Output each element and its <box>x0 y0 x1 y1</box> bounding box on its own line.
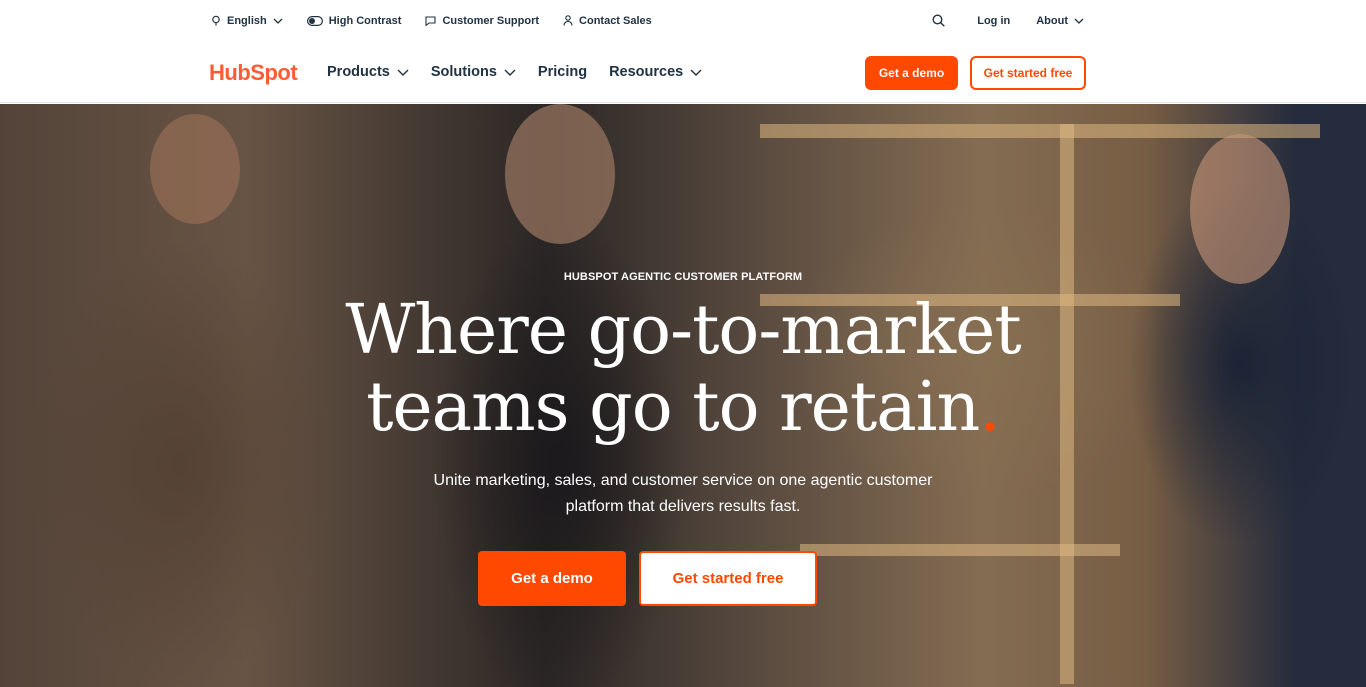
nav-item-label: Resources <box>609 64 684 80</box>
nav-item-label: Pricing <box>537 64 588 80</box>
hubspot-logo[interactable]: HubSpot <box>209 59 298 87</box>
about-menu[interactable]: About <box>1036 15 1084 27</box>
nav-item-pricing[interactable]: Pricing <box>538 64 587 80</box>
search-button[interactable] <box>932 14 951 27</box>
person-icon <box>563 15 573 26</box>
chevron-down-icon <box>273 18 283 24</box>
nav-links: Products Solutions Pricing Resources <box>327 41 724 103</box>
hero-content: HUBSPOT AGENTIC CUSTOMER PLATFORM Where … <box>0 104 1366 687</box>
about-label: About <box>1036 14 1068 27</box>
headline-line-2: teams go to retain <box>366 368 980 447</box>
hero-headline: Where go-to-market teams go to retain. <box>0 292 1366 446</box>
headline-line-1: Where go-to-market <box>345 291 1021 370</box>
main-navigation: HubSpot Products Solutions Pricing Resou… <box>0 41 1366 103</box>
high-contrast-label: High Contrast <box>328 14 402 27</box>
customer-support-link[interactable]: Customer Support <box>425 15 539 27</box>
headline-period: . <box>979 368 1001 447</box>
logo-wordmark: HubSpot <box>209 60 298 85</box>
nav-item-resources[interactable]: Resources <box>609 64 702 80</box>
high-contrast-toggle[interactable]: High Contrast <box>306 14 402 27</box>
search-icon <box>932 14 946 27</box>
hero-get-demo-button[interactable]: Get a demo <box>478 551 626 606</box>
utility-bar: English High Contrast Customer Support C… <box>0 0 1366 41</box>
globe-icon <box>212 15 220 26</box>
utility-bar-right: Log in About <box>906 0 1084 41</box>
contact-sales-link[interactable]: Contact Sales <box>563 15 652 27</box>
nav-item-label: Products <box>327 64 390 80</box>
contrast-toggle-icon <box>306 15 323 26</box>
chat-bubble-icon <box>425 15 437 26</box>
customer-support-label: Customer Support <box>442 14 540 27</box>
hero-section: HUBSPOT AGENTIC CUSTOMER PLATFORM Where … <box>0 104 1366 687</box>
chevron-down-icon <box>397 69 409 76</box>
nav-item-label: Solutions <box>430 64 497 80</box>
login-link[interactable]: Log in <box>977 15 1010 27</box>
language-selector[interactable]: English <box>211 15 283 27</box>
contact-sales-label: Contact Sales <box>579 14 652 27</box>
hero-eyebrow: HUBSPOT AGENTIC CUSTOMER PLATFORM <box>563 271 803 283</box>
hero-get-started-button[interactable]: Get started free <box>639 551 817 606</box>
chevron-down-icon <box>504 69 516 76</box>
nav-get-started-button[interactable]: Get started free <box>970 56 1086 90</box>
chevron-down-icon <box>690 69 702 76</box>
login-label: Log in <box>977 14 1011 27</box>
nav-item-solutions[interactable]: Solutions <box>431 64 516 80</box>
hero-subcopy: Unite marketing, sales, and customer ser… <box>433 472 933 515</box>
chevron-down-icon <box>1074 18 1084 24</box>
nav-get-demo-button[interactable]: Get a demo <box>865 56 958 90</box>
nav-item-products[interactable]: Products <box>327 64 409 80</box>
language-label: English <box>227 14 267 27</box>
utility-bar-left: English High Contrast Customer Support C… <box>211 0 676 41</box>
